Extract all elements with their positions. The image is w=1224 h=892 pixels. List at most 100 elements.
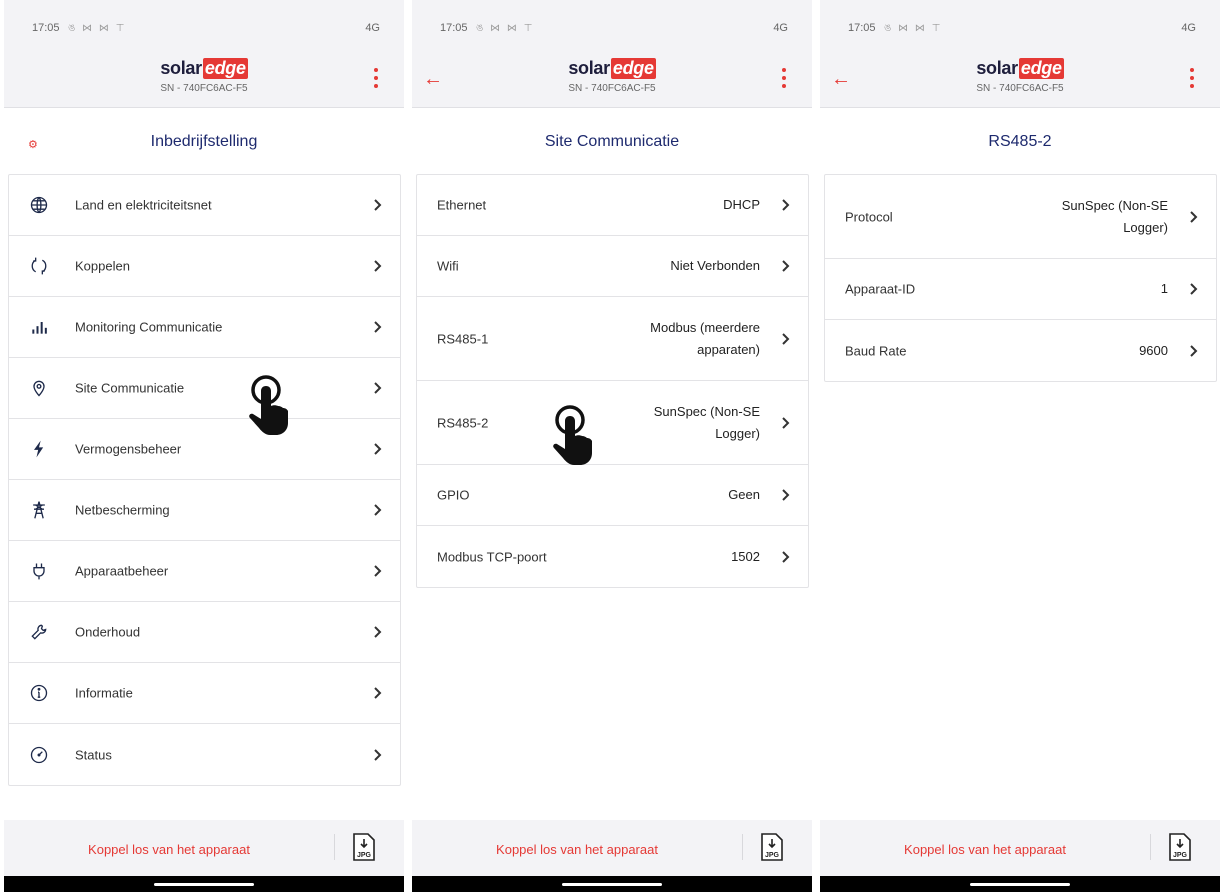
menu-item-informatie[interactable]: Informatie bbox=[9, 663, 400, 724]
screen-commissioning: 17:05 ঙ ⋈ ⋈ ⊤ 4G solar edge SN - 740FC6AC… bbox=[4, 0, 404, 892]
wrench-icon bbox=[29, 622, 49, 642]
status-time: 17:05 bbox=[32, 22, 60, 34]
info-icon bbox=[29, 683, 49, 703]
menu-item-label: Land en elektriciteitsnet bbox=[75, 197, 212, 213]
setting-row-wifi[interactable]: Wifi Niet Verbonden bbox=[417, 236, 808, 297]
disconnect-button[interactable]: Koppel los van het apparaat bbox=[820, 842, 1150, 857]
home-handle[interactable] bbox=[562, 883, 662, 886]
chevron-right-icon bbox=[372, 198, 384, 212]
page-title-row: ⚙ Inbedrijfstelling bbox=[4, 108, 404, 174]
network-indicator: 4G bbox=[1181, 22, 1196, 34]
setting-value: Niet Verbonden bbox=[670, 258, 760, 273]
setting-value: DHCP bbox=[723, 197, 760, 212]
setting-label: RS485-2 bbox=[437, 415, 489, 430]
power-tower-icon bbox=[29, 500, 49, 520]
app-header: solar edge SN - 740FC6AC-F5 bbox=[4, 50, 404, 108]
network-indicator: 4G bbox=[365, 22, 380, 34]
setting-row-baud-rate[interactable]: Baud Rate 9600 bbox=[825, 320, 1216, 381]
overflow-menu-icon[interactable] bbox=[780, 66, 788, 90]
setting-label: RS485-1 bbox=[437, 331, 489, 346]
status-time: 17:05 bbox=[440, 22, 468, 34]
solaredge-logo: solar edge bbox=[160, 58, 248, 79]
chevron-right-icon bbox=[372, 442, 384, 456]
overflow-menu-icon[interactable] bbox=[1188, 66, 1196, 90]
setting-row-device-id[interactable]: Apparaat-ID 1 bbox=[825, 259, 1216, 320]
status-icons: ঙ ⋈ ⋈ ⊤ bbox=[68, 23, 127, 34]
export-jpg-icon[interactable]: JPG bbox=[760, 832, 784, 862]
menu-item-onderhoud[interactable]: Onderhoud bbox=[9, 602, 400, 663]
menu-item-status[interactable]: Status bbox=[9, 724, 400, 785]
globe-icon bbox=[29, 195, 49, 215]
setting-label: Wifi bbox=[437, 258, 459, 274]
overflow-menu-icon[interactable] bbox=[372, 66, 380, 90]
chevron-right-icon bbox=[1188, 210, 1200, 224]
setting-value: 1502 bbox=[731, 548, 760, 564]
chevron-right-icon bbox=[1188, 344, 1200, 358]
menu-item-label: Koppelen bbox=[75, 258, 130, 274]
setting-row-rs485-1[interactable]: RS485-1 Modbus (meerdere apparaten) bbox=[417, 297, 808, 381]
page-title: Site Communicatie bbox=[544, 133, 680, 150]
gauge-icon bbox=[29, 745, 49, 765]
disconnect-button[interactable]: Koppel los van het apparaat bbox=[412, 842, 742, 857]
divider bbox=[1150, 834, 1151, 860]
svg-text:JPG: JPG bbox=[1173, 852, 1188, 859]
menu-item-land-en-elektriciteitsnet[interactable]: Land en elektriciteitsnet bbox=[9, 175, 400, 236]
bottom-bar: Koppel los van het apparaat JPG bbox=[4, 820, 404, 876]
chevron-right-icon bbox=[372, 748, 384, 762]
menu-item-label: Site Communicatie bbox=[75, 380, 185, 396]
setting-label: Ethernet bbox=[437, 197, 487, 213]
bottom-bar: Koppel los van het apparaat JPG bbox=[820, 820, 1220, 876]
export-jpg-icon[interactable]: JPG bbox=[352, 832, 376, 862]
menu-item-label: Monitoring Communicatie bbox=[75, 319, 223, 335]
chevron-right-icon bbox=[1188, 282, 1200, 296]
setting-value: Geen bbox=[728, 487, 760, 502]
chevron-right-icon bbox=[372, 259, 384, 273]
menu-item-site-communicatie[interactable]: Site Communicatie bbox=[9, 358, 400, 419]
menu-item-label: Netbescherming bbox=[75, 502, 170, 518]
menu-item-label: Onderhoud bbox=[75, 624, 141, 640]
menu-item-vermogensbeheer[interactable]: Vermogensbeheer bbox=[9, 419, 400, 480]
communication-settings-list: Ethernet DHCP Wifi Niet Verbonden RS485-… bbox=[416, 174, 809, 588]
system-nav-bar bbox=[412, 876, 812, 892]
menu-item-netbescherming[interactable]: Netbescherming bbox=[9, 480, 400, 541]
setting-value: SunSpec (Non-SE Logger) bbox=[1061, 197, 1168, 235]
network-indicator: 4G bbox=[773, 22, 788, 34]
menu-item-label: Status bbox=[75, 747, 112, 762]
menu-item-koppelen[interactable]: Koppelen bbox=[9, 236, 400, 297]
chevron-right-icon bbox=[372, 686, 384, 700]
chevron-right-icon bbox=[372, 625, 384, 639]
setting-label: Apparaat-ID bbox=[845, 281, 916, 297]
export-jpg-icon[interactable]: JPG bbox=[1168, 832, 1192, 862]
lightning-icon bbox=[29, 439, 49, 459]
setting-label: Protocol bbox=[845, 209, 893, 224]
page-title: Inbedrijfstelling bbox=[150, 133, 258, 150]
setting-row-modbus-tcp-port[interactable]: Modbus TCP-poort 1502 bbox=[417, 526, 808, 587]
home-handle[interactable] bbox=[154, 883, 254, 886]
chevron-right-icon bbox=[372, 320, 384, 334]
status-icons: ঙ ⋈ ⋈ ⊤ bbox=[884, 23, 943, 34]
setting-row-ethernet[interactable]: Ethernet DHCP bbox=[417, 175, 808, 236]
chevron-right-icon bbox=[372, 503, 384, 517]
setting-value: 1 bbox=[1160, 281, 1168, 296]
menu-item-monitoring-communicatie[interactable]: Monitoring Communicatie bbox=[9, 297, 400, 358]
setting-value: Modbus (meerdere apparaten) bbox=[650, 319, 760, 357]
page-title-row: RS485-2 bbox=[820, 108, 1220, 174]
disconnect-button[interactable]: Koppel los van het apparaat bbox=[4, 842, 334, 857]
chevron-right-icon bbox=[372, 564, 384, 578]
page-title-row: Site Communicatie bbox=[412, 108, 812, 174]
chevron-right-icon bbox=[780, 198, 792, 212]
menu-item-label: Informatie bbox=[75, 685, 133, 701]
chevron-right-icon bbox=[372, 381, 384, 395]
setting-row-rs485-2[interactable]: RS485-2 SunSpec (Non-SE Logger) bbox=[417, 381, 808, 465]
status-time: 17:05 bbox=[848, 22, 876, 34]
app-header: ← solar edge SN - 740FC6AC-F5 bbox=[412, 50, 812, 108]
rs485-settings-list: Protocol SunSpec (Non-SE Logger) Apparaat… bbox=[824, 174, 1217, 382]
setting-row-protocol[interactable]: Protocol SunSpec (Non-SE Logger) bbox=[825, 175, 1216, 259]
setting-row-gpio[interactable]: GPIO Geen bbox=[417, 465, 808, 526]
setting-value: SunSpec (Non-SE Logger) bbox=[653, 403, 760, 441]
home-handle[interactable] bbox=[970, 883, 1070, 886]
location-pin-icon bbox=[29, 378, 49, 398]
chevron-right-icon bbox=[780, 259, 792, 273]
menu-item-apparaatbeheer[interactable]: Apparaatbeheer bbox=[9, 541, 400, 602]
chevron-right-icon bbox=[780, 416, 792, 430]
